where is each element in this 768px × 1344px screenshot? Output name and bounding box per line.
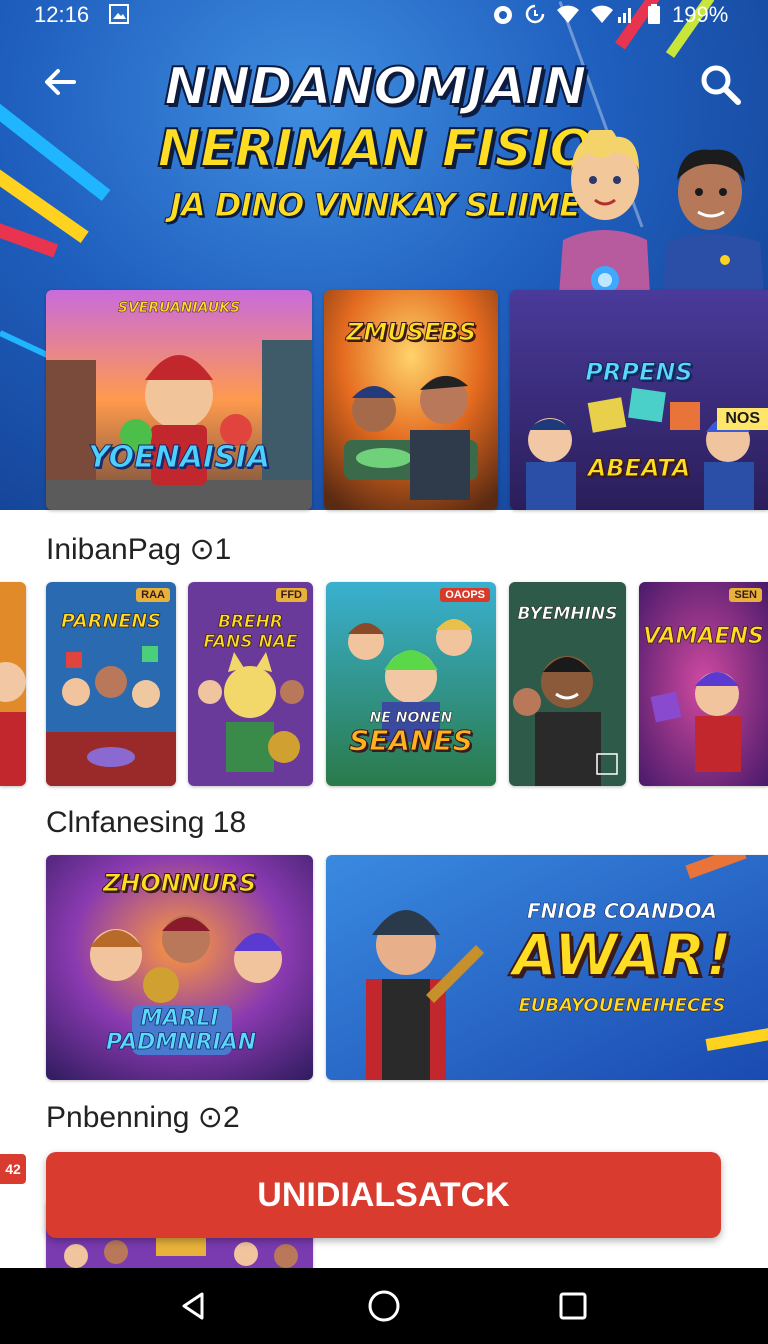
section1-card-6-art xyxy=(639,582,768,786)
search-button[interactable] xyxy=(694,58,746,110)
featured-card-1-top: SVERUANIAUKS xyxy=(117,300,241,317)
section1-card-6[interactable]: SEN VAMAENS xyxy=(639,582,768,786)
section1-card-4[interactable]: OAOPS NE NONEN SEANES xyxy=(326,582,496,786)
hero-title: NNDANOMJAIN NERIMAN FISIO JA DINO VNNKAY… xyxy=(150,56,600,228)
section2-card-2[interactable]: FNIOB COANDOA AWAR! EUBAYOUENEIHECES xyxy=(326,855,768,1080)
side-tag[interactable]: 42 xyxy=(0,1154,26,1184)
nav-back-button[interactable] xyxy=(168,1280,220,1332)
nav-home-button[interactable] xyxy=(358,1280,410,1332)
arrow-left-icon xyxy=(45,69,76,95)
section1-card-6-badge: SEN xyxy=(729,588,762,602)
section1-card-1[interactable] xyxy=(0,582,26,786)
featured-card-1-title: YOENAISIA xyxy=(87,440,271,476)
battery-icon xyxy=(646,3,668,25)
section2-card-1[interactable]: ZHONNURS MARLI PADMNRIAN xyxy=(46,855,313,1080)
back-button[interactable] xyxy=(36,58,84,106)
alarm-icon xyxy=(492,3,514,25)
app-screen: 12:16 199% NNDANOMJAIN NERIMAN FISIO JA … xyxy=(0,0,768,1344)
cta-button[interactable]: UNIDIALSATCK xyxy=(46,1152,721,1238)
section1-card-1-art xyxy=(0,582,26,786)
section1-card-2-title: PARNENS xyxy=(61,610,162,633)
nav-back-icon xyxy=(182,1292,204,1320)
section1-card-3-badge: FFD xyxy=(275,588,307,602)
battery-level: 199% xyxy=(672,2,729,27)
section2-card-2-top: FNIOB COANDOA xyxy=(526,899,718,924)
section-title-2: Clnfanesing 18 xyxy=(46,806,247,839)
section1-card-5[interactable]: BYEMHINS xyxy=(509,582,626,786)
section-title-3: Pnbenning ⊙2 xyxy=(46,1101,240,1134)
section1-card-3-title: BREHR FANS NAE xyxy=(203,612,298,653)
section1-card-5-title: BYEMHINS xyxy=(517,604,618,625)
signal-icon xyxy=(590,3,631,25)
section1-card-4-badge: OAOPS xyxy=(440,588,490,602)
wifi-icon xyxy=(556,3,579,25)
featured-card-2-top: ZMUSEBS xyxy=(345,318,477,347)
nav-home-icon xyxy=(368,1290,400,1322)
section1-card-6-title: VAMAENS xyxy=(643,624,765,650)
section1-card-4-title: SEANES xyxy=(349,724,474,758)
hero-title-line1: NNDANOMJAIN xyxy=(163,56,587,118)
section2-card-2-title: AWAR! xyxy=(511,920,733,990)
status-bar: 12:16 199% xyxy=(0,0,768,30)
featured-card-3-top: PRPENS xyxy=(585,358,693,387)
featured-card-1-art xyxy=(46,290,312,510)
section1-card-2[interactable]: RAA PARNENS xyxy=(46,582,176,786)
section1-card-2-badge: RAA xyxy=(136,588,170,602)
section2-card-1-sub: MARLI PADMNRIAN xyxy=(106,1006,257,1055)
nav-recents-button[interactable] xyxy=(547,1280,599,1332)
featured-card-2[interactable]: ZMUSEBS xyxy=(324,290,498,510)
sync-icon xyxy=(524,3,546,25)
image-icon xyxy=(108,3,130,25)
clock: 12:16 xyxy=(34,2,90,27)
featured-card-3[interactable]: PRPENS ABEATA NOS xyxy=(510,290,768,510)
section2-card-2-sub: EUBAYOUENEIHECES xyxy=(518,995,726,1017)
section-title-1: InibanPag ⊙1 xyxy=(46,533,232,566)
hero-title-line2: NERIMAN FISIO xyxy=(157,118,595,180)
search-icon xyxy=(701,65,741,105)
featured-card-3-title: ABEATA xyxy=(587,454,691,483)
section1-card-3[interactable]: FFD BREHR FANS NAE xyxy=(188,582,313,786)
nav-recents-icon xyxy=(559,1292,587,1320)
featured-card-3-tag: NOS xyxy=(717,408,768,430)
section2-card-1-title: ZHONNURS xyxy=(102,869,257,898)
hero-subtitle: JA DINO VNNKAY SLIIME xyxy=(170,186,582,225)
featured-card-1[interactable]: SVERUANIAUKS YOENAISIA xyxy=(46,290,312,510)
system-nav-bar xyxy=(0,1268,768,1344)
